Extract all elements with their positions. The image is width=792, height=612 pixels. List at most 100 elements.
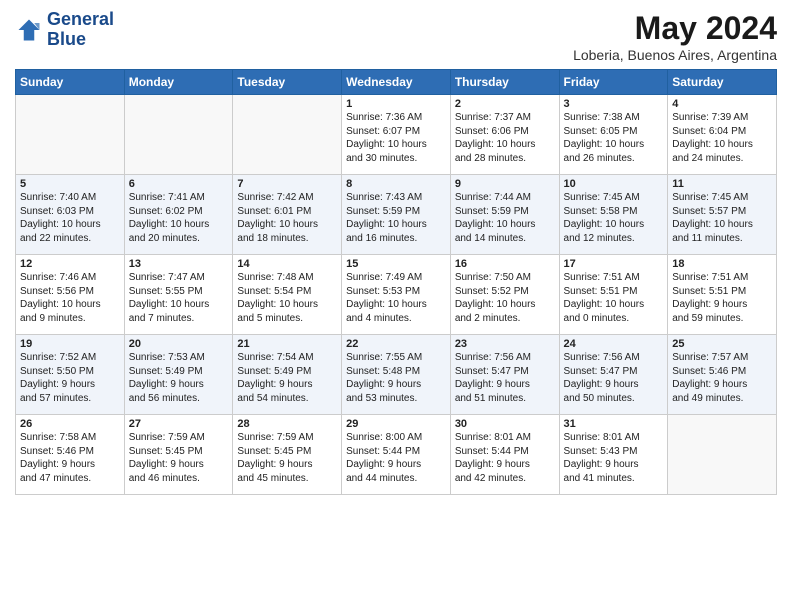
day-header-tuesday: Tuesday — [233, 70, 342, 95]
calendar-cell: 10Sunrise: 7:45 AMSunset: 5:58 PMDayligh… — [559, 175, 668, 255]
day-header-thursday: Thursday — [450, 70, 559, 95]
day-number: 22 — [346, 338, 446, 350]
day-number: 15 — [346, 258, 446, 270]
calendar-week-3: 12Sunrise: 7:46 AMSunset: 5:56 PMDayligh… — [16, 255, 777, 335]
cell-info: Sunrise: 7:52 AMSunset: 5:50 PMDaylight:… — [20, 351, 120, 405]
logo-text: General Blue — [47, 10, 114, 50]
day-number: 1 — [346, 98, 446, 110]
calendar-cell: 12Sunrise: 7:46 AMSunset: 5:56 PMDayligh… — [16, 255, 125, 335]
day-number: 10 — [564, 178, 664, 190]
calendar-week-5: 26Sunrise: 7:58 AMSunset: 5:46 PMDayligh… — [16, 415, 777, 495]
day-number: 26 — [20, 418, 120, 430]
day-number: 6 — [129, 178, 229, 190]
calendar-cell: 5Sunrise: 7:40 AMSunset: 6:03 PMDaylight… — [16, 175, 125, 255]
calendar-cell: 20Sunrise: 7:53 AMSunset: 5:49 PMDayligh… — [124, 335, 233, 415]
calendar-cell: 19Sunrise: 7:52 AMSunset: 5:50 PMDayligh… — [16, 335, 125, 415]
day-number: 24 — [564, 338, 664, 350]
day-header-friday: Friday — [559, 70, 668, 95]
calendar-week-4: 19Sunrise: 7:52 AMSunset: 5:50 PMDayligh… — [16, 335, 777, 415]
calendar-cell: 7Sunrise: 7:42 AMSunset: 6:01 PMDaylight… — [233, 175, 342, 255]
day-number: 27 — [129, 418, 229, 430]
calendar-cell: 26Sunrise: 7:58 AMSunset: 5:46 PMDayligh… — [16, 415, 125, 495]
cell-info: Sunrise: 8:01 AMSunset: 5:43 PMDaylight:… — [564, 431, 664, 485]
calendar-cell: 30Sunrise: 8:01 AMSunset: 5:44 PMDayligh… — [450, 415, 559, 495]
day-number: 2 — [455, 98, 555, 110]
day-number: 3 — [564, 98, 664, 110]
calendar-cell: 23Sunrise: 7:56 AMSunset: 5:47 PMDayligh… — [450, 335, 559, 415]
day-number: 16 — [455, 258, 555, 270]
day-number: 29 — [346, 418, 446, 430]
cell-info: Sunrise: 7:41 AMSunset: 6:02 PMDaylight:… — [129, 191, 229, 245]
day-number: 31 — [564, 418, 664, 430]
calendar-header-row: SundayMondayTuesdayWednesdayThursdayFrid… — [16, 70, 777, 95]
day-number: 30 — [455, 418, 555, 430]
day-number: 23 — [455, 338, 555, 350]
day-header-sunday: Sunday — [16, 70, 125, 95]
cell-info: Sunrise: 7:39 AMSunset: 6:04 PMDaylight:… — [672, 111, 772, 165]
calendar-cell: 6Sunrise: 7:41 AMSunset: 6:02 PMDaylight… — [124, 175, 233, 255]
day-number: 4 — [672, 98, 772, 110]
cell-info: Sunrise: 7:36 AMSunset: 6:07 PMDaylight:… — [346, 111, 446, 165]
cell-info: Sunrise: 7:37 AMSunset: 6:06 PMDaylight:… — [455, 111, 555, 165]
day-header-monday: Monday — [124, 70, 233, 95]
logo: General Blue — [15, 10, 114, 50]
calendar-cell — [124, 95, 233, 175]
calendar-week-2: 5Sunrise: 7:40 AMSunset: 6:03 PMDaylight… — [16, 175, 777, 255]
cell-info: Sunrise: 7:54 AMSunset: 5:49 PMDaylight:… — [237, 351, 337, 405]
cell-info: Sunrise: 7:47 AMSunset: 5:55 PMDaylight:… — [129, 271, 229, 325]
day-number: 14 — [237, 258, 337, 270]
calendar-cell — [16, 95, 125, 175]
calendar-cell: 15Sunrise: 7:49 AMSunset: 5:53 PMDayligh… — [342, 255, 451, 335]
day-header-wednesday: Wednesday — [342, 70, 451, 95]
day-number: 9 — [455, 178, 555, 190]
cell-info: Sunrise: 7:53 AMSunset: 5:49 PMDaylight:… — [129, 351, 229, 405]
calendar-table: SundayMondayTuesdayWednesdayThursdayFrid… — [15, 69, 777, 495]
cell-info: Sunrise: 7:46 AMSunset: 5:56 PMDaylight:… — [20, 271, 120, 325]
cell-info: Sunrise: 7:44 AMSunset: 5:59 PMDaylight:… — [455, 191, 555, 245]
calendar-cell — [233, 95, 342, 175]
calendar-cell: 17Sunrise: 7:51 AMSunset: 5:51 PMDayligh… — [559, 255, 668, 335]
page: General Blue May 2024 Loberia, Buenos Ai… — [0, 0, 792, 612]
calendar-cell: 2Sunrise: 7:37 AMSunset: 6:06 PMDaylight… — [450, 95, 559, 175]
cell-info: Sunrise: 7:48 AMSunset: 5:54 PMDaylight:… — [237, 271, 337, 325]
logo-icon — [15, 16, 43, 44]
calendar-cell: 24Sunrise: 7:56 AMSunset: 5:47 PMDayligh… — [559, 335, 668, 415]
calendar-cell: 25Sunrise: 7:57 AMSunset: 5:46 PMDayligh… — [668, 335, 777, 415]
cell-info: Sunrise: 7:59 AMSunset: 5:45 PMDaylight:… — [237, 431, 337, 485]
calendar-cell: 1Sunrise: 7:36 AMSunset: 6:07 PMDaylight… — [342, 95, 451, 175]
cell-info: Sunrise: 7:42 AMSunset: 6:01 PMDaylight:… — [237, 191, 337, 245]
calendar-cell: 18Sunrise: 7:51 AMSunset: 5:51 PMDayligh… — [668, 255, 777, 335]
cell-info: Sunrise: 7:56 AMSunset: 5:47 PMDaylight:… — [455, 351, 555, 405]
day-number: 20 — [129, 338, 229, 350]
calendar-cell: 31Sunrise: 8:01 AMSunset: 5:43 PMDayligh… — [559, 415, 668, 495]
day-number: 7 — [237, 178, 337, 190]
day-number: 19 — [20, 338, 120, 350]
day-number: 28 — [237, 418, 337, 430]
day-number: 11 — [672, 178, 772, 190]
calendar-cell: 27Sunrise: 7:59 AMSunset: 5:45 PMDayligh… — [124, 415, 233, 495]
cell-info: Sunrise: 7:58 AMSunset: 5:46 PMDaylight:… — [20, 431, 120, 485]
calendar-cell: 4Sunrise: 7:39 AMSunset: 6:04 PMDaylight… — [668, 95, 777, 175]
cell-info: Sunrise: 7:45 AMSunset: 5:57 PMDaylight:… — [672, 191, 772, 245]
calendar-cell: 11Sunrise: 7:45 AMSunset: 5:57 PMDayligh… — [668, 175, 777, 255]
calendar-week-1: 1Sunrise: 7:36 AMSunset: 6:07 PMDaylight… — [16, 95, 777, 175]
cell-info: Sunrise: 7:57 AMSunset: 5:46 PMDaylight:… — [672, 351, 772, 405]
day-number: 18 — [672, 258, 772, 270]
cell-info: Sunrise: 7:51 AMSunset: 5:51 PMDaylight:… — [672, 271, 772, 325]
cell-info: Sunrise: 7:40 AMSunset: 6:03 PMDaylight:… — [20, 191, 120, 245]
cell-info: Sunrise: 7:55 AMSunset: 5:48 PMDaylight:… — [346, 351, 446, 405]
subtitle: Loberia, Buenos Aires, Argentina — [573, 47, 777, 63]
day-number: 25 — [672, 338, 772, 350]
calendar-cell: 3Sunrise: 7:38 AMSunset: 6:05 PMDaylight… — [559, 95, 668, 175]
logo-line2: Blue — [47, 30, 114, 50]
cell-info: Sunrise: 8:00 AMSunset: 5:44 PMDaylight:… — [346, 431, 446, 485]
cell-info: Sunrise: 8:01 AMSunset: 5:44 PMDaylight:… — [455, 431, 555, 485]
calendar-cell: 29Sunrise: 8:00 AMSunset: 5:44 PMDayligh… — [342, 415, 451, 495]
calendar-cell: 14Sunrise: 7:48 AMSunset: 5:54 PMDayligh… — [233, 255, 342, 335]
calendar-cell: 28Sunrise: 7:59 AMSunset: 5:45 PMDayligh… — [233, 415, 342, 495]
day-number: 12 — [20, 258, 120, 270]
title-block: May 2024 Loberia, Buenos Aires, Argentin… — [573, 10, 777, 63]
cell-info: Sunrise: 7:49 AMSunset: 5:53 PMDaylight:… — [346, 271, 446, 325]
cell-info: Sunrise: 7:59 AMSunset: 5:45 PMDaylight:… — [129, 431, 229, 485]
calendar-cell: 8Sunrise: 7:43 AMSunset: 5:59 PMDaylight… — [342, 175, 451, 255]
